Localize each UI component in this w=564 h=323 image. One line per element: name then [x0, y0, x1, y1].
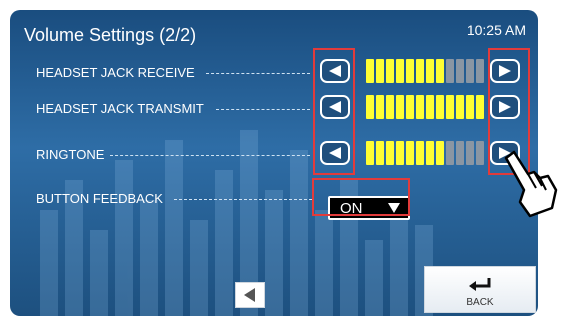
- level-bar-on: [396, 95, 404, 119]
- level-bar-on: [436, 59, 444, 83]
- level-bar-off: [456, 59, 464, 83]
- level-bar-on: [426, 95, 434, 119]
- leader-dots: [206, 73, 310, 74]
- level-bar-on: [366, 95, 374, 119]
- select-value: ON: [340, 200, 363, 217]
- page-title: Volume Settings (2/2): [24, 25, 197, 45]
- leader-dots: [216, 109, 310, 110]
- level-bar-on: [426, 141, 434, 165]
- level-bar-on: [416, 59, 424, 83]
- triangle-right-icon: [499, 65, 511, 77]
- level-bar-on: [416, 141, 424, 165]
- level-bar-on: [416, 95, 424, 119]
- level-bar-on: [476, 95, 484, 119]
- triangle-left-icon: [329, 65, 341, 77]
- level-bar-on: [396, 141, 404, 165]
- chevron-down-icon: [388, 203, 400, 213]
- leader-dots: [174, 199, 312, 200]
- level-bar-off: [446, 59, 454, 83]
- leader-dots: [110, 155, 310, 156]
- row-label-ringtone: RINGTONE: [36, 147, 105, 162]
- level-bar-off: [456, 141, 464, 165]
- previous-page-button[interactable]: [235, 282, 265, 308]
- level-meter-headset-receive: [366, 59, 496, 83]
- decrease-headset-receive-button[interactable]: [320, 59, 350, 83]
- hand-pointer-icon: [504, 150, 558, 218]
- device-screen: Volume Settings (2/2) 10:25 AM HEADSET J…: [10, 10, 538, 316]
- level-bar-on: [376, 95, 384, 119]
- level-bar-on: [426, 59, 434, 83]
- level-bar-on: [386, 141, 394, 165]
- row-label-button-feedback: BUTTON FEEDBACK: [36, 191, 163, 206]
- triangle-left-icon: [329, 147, 341, 159]
- level-meter-headset-transmit: [366, 95, 496, 119]
- level-bar-off: [476, 59, 484, 83]
- level-bar-off: [466, 59, 474, 83]
- increase-headset-transmit-button[interactable]: [490, 95, 520, 119]
- triangle-left-icon: [244, 288, 255, 302]
- level-bar-off: [446, 141, 454, 165]
- level-bar-on: [436, 95, 444, 119]
- level-bar-on: [446, 95, 454, 119]
- level-bar-on: [376, 59, 384, 83]
- clock: 10:25 AM: [466, 22, 526, 38]
- level-bar-on: [396, 59, 404, 83]
- level-bar-off: [476, 141, 484, 165]
- level-bar-on: [406, 95, 414, 119]
- decrease-headset-transmit-button[interactable]: [320, 95, 350, 119]
- level-bar-on: [456, 95, 464, 119]
- level-bar-on: [366, 141, 374, 165]
- button-feedback-select[interactable]: ON: [328, 196, 410, 220]
- row-label-headset-transmit: HEADSET JACK TRANSMIT: [36, 101, 204, 116]
- triangle-left-icon: [329, 101, 341, 113]
- level-bar-on: [466, 95, 474, 119]
- level-bar-on: [376, 141, 384, 165]
- back-button[interactable]: BACK: [424, 266, 536, 313]
- level-bar-on: [386, 95, 394, 119]
- triangle-right-icon: [499, 101, 511, 113]
- level-meter-ringtone: [366, 141, 496, 165]
- row-label-headset-receive: HEADSET JACK RECEIVE: [36, 65, 195, 80]
- return-arrow-icon: [469, 278, 491, 291]
- level-bar-on: [406, 59, 414, 83]
- decrease-ringtone-button[interactable]: [320, 141, 350, 165]
- back-label: BACK: [466, 297, 494, 308]
- level-bar-off: [466, 141, 474, 165]
- increase-headset-receive-button[interactable]: [490, 59, 520, 83]
- level-bar-on: [406, 141, 414, 165]
- level-bar-on: [436, 141, 444, 165]
- level-bar-on: [366, 59, 374, 83]
- level-bar-on: [386, 59, 394, 83]
